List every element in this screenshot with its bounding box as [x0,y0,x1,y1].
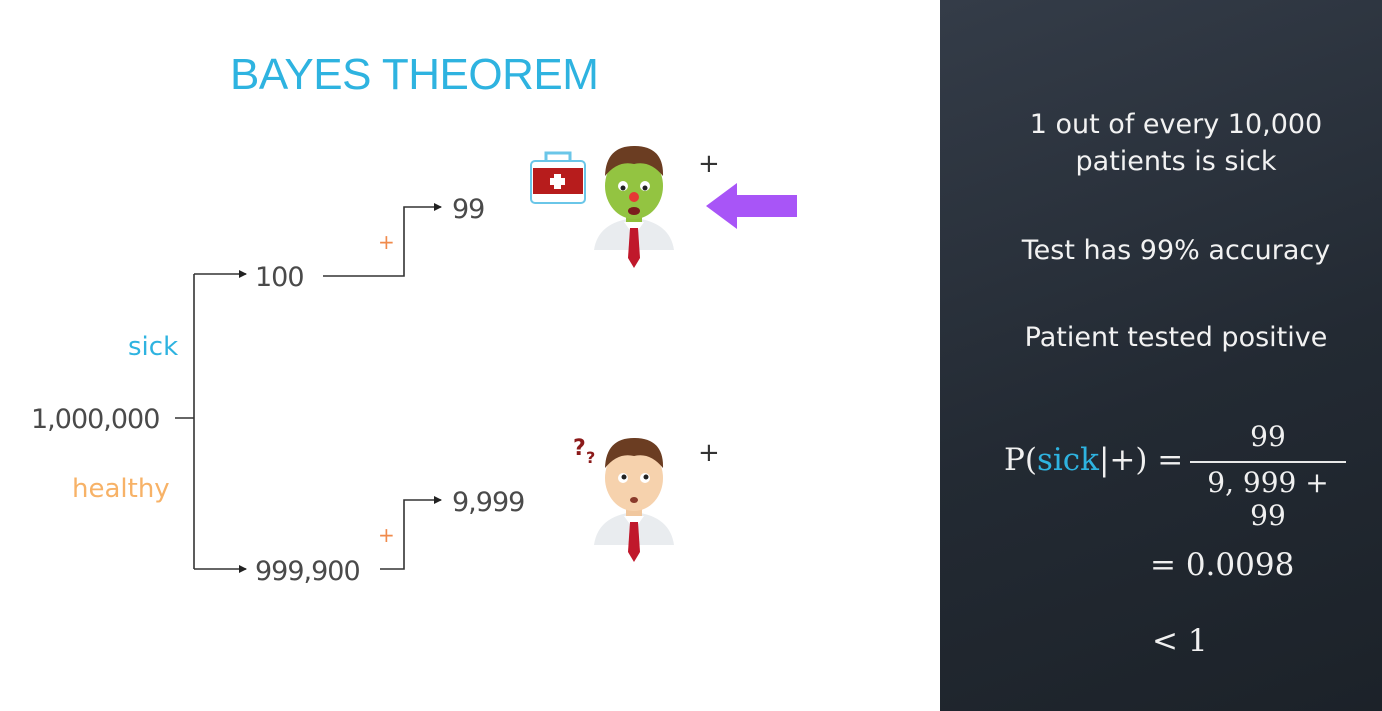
tree-lines [175,203,442,573]
sick-patient-icon [594,146,674,268]
root-count: 1,000,000 [31,404,159,435]
formula-bound: < 1 [1152,623,1208,659]
formula-result: = 0.0098 [1150,547,1295,583]
positive-marker-sick: + [378,230,395,254]
question-marks-icon: ? ? [573,436,595,467]
formula-p: P( [1004,442,1037,478]
sick-positive-count: 99 [452,194,484,225]
probability-tree: 1,000,000 sick healthy 100 999,900 99 9,… [31,146,797,587]
healthy-count: 999,900 [255,556,360,587]
formula-numerator: 99 [1250,420,1286,453]
svg-text:?: ? [573,436,586,461]
fact-positive: Patient tested positive [1024,322,1328,353]
fraction-bar [1190,461,1346,463]
fact-accuracy: Test has 99% accuracy [1021,235,1331,266]
worried-patient-icon [594,438,674,562]
svg-text:?: ? [586,448,595,467]
positive-result-healthy: + [698,438,720,468]
fact-prevalence-line1: 1 out of every 10,000 [1029,109,1323,140]
sick-count: 100 [255,262,304,293]
healthy-positive-count: 9,999 [452,487,524,518]
positive-marker-healthy: + [378,523,395,547]
formula-denominator: 9, 999 + 99 [1207,466,1329,532]
medical-kit-icon [530,151,586,204]
formula-sick: sick [1036,442,1099,478]
fact-prevalence-line2: patients is sick [1075,146,1277,177]
formula-given: |+) = [1098,442,1184,478]
healthy-label: healthy [72,474,170,504]
sick-label: sick [128,332,178,362]
fact-prevalence: 1 out of every 10,000 patients is sick [990,106,1362,180]
formula-lhs: P(sick|+) = [1004,442,1183,478]
pointer-arrow-icon [706,183,797,229]
positive-result-sick: + [698,149,720,179]
